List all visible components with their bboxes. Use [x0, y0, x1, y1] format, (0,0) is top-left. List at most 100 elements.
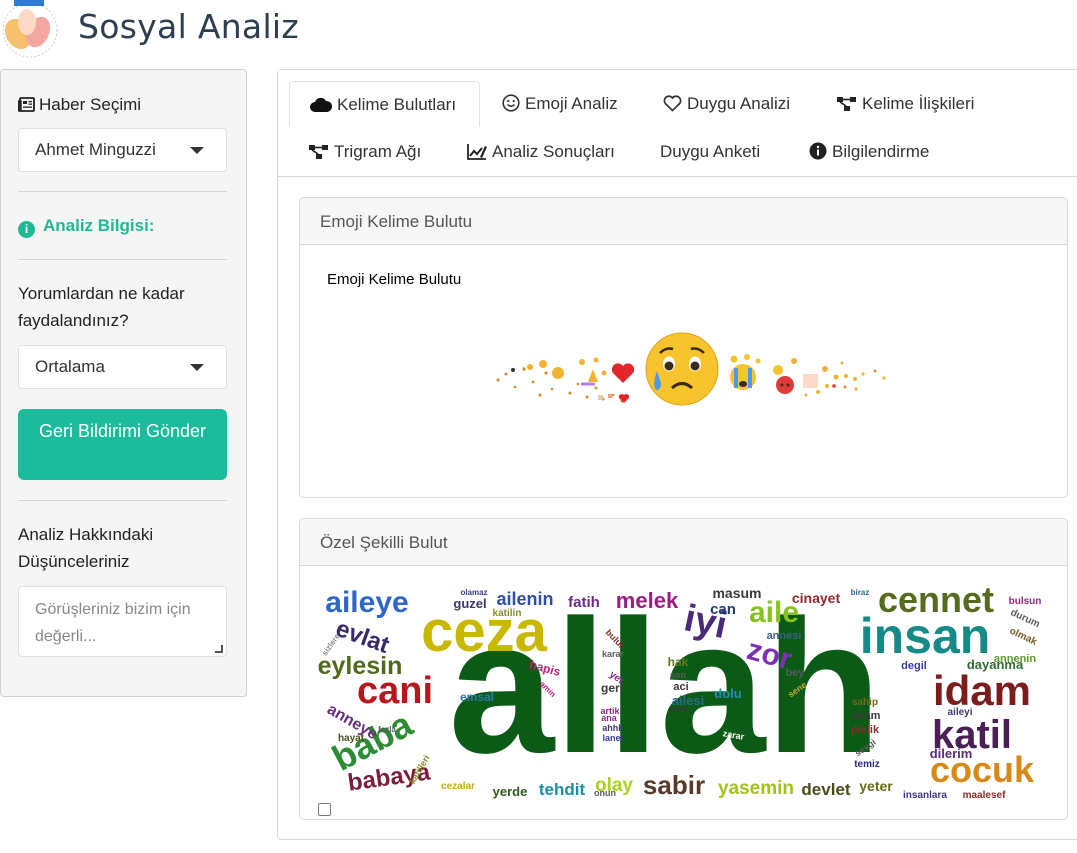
smile-icon	[502, 94, 520, 112]
word-cloud-word: bey	[786, 667, 806, 679]
news-select-value: Ahmet Minguzzi	[35, 140, 156, 159]
analysis-info-heading: i Analiz Bilgisi:	[18, 214, 154, 238]
word-cloud-word: pislik	[851, 724, 880, 736]
pray-emoji	[581, 369, 598, 386]
word-cloud-word: hayat	[338, 733, 365, 744]
tab-analysis-results[interactable]: Analiz Sonuçları	[467, 129, 615, 175]
word-cloud-word: melek	[616, 588, 679, 613]
network-icon	[837, 97, 856, 111]
news-select-label: Haber Seçimi	[18, 91, 141, 118]
emoji-cloud-card: Emoji Kelime Bulutu Emoji Kelime Bulutu	[299, 197, 1068, 498]
word-cloud-word: cennet	[878, 579, 994, 620]
tab-label: Trigram Ağı	[334, 142, 422, 161]
word-cloud-word: ailenin	[496, 589, 553, 609]
tab-word-clouds[interactable]: Kelime Bulutları	[289, 81, 480, 127]
word-cloud-word: aileyi	[947, 707, 972, 718]
tab-label: Kelime İlişkileri	[862, 94, 975, 113]
toggle-checkbox[interactable]	[318, 803, 331, 816]
word-cloud-word: cezalar	[441, 781, 475, 792]
word-cloud-word: fatih	[568, 594, 600, 611]
cloud-icon	[310, 97, 332, 112]
word-cloud-word: masum	[712, 585, 761, 601]
tab-sentiment-analysis[interactable]: Duygu Analizi	[663, 81, 790, 127]
word-cloud-word: annesi	[767, 630, 802, 642]
news-select-label-text: Haber Seçimi	[39, 95, 142, 114]
usefulness-question: Yorumlardan ne kadar faydalandınız?	[18, 284, 185, 330]
word-cloud-word: annenin	[994, 653, 1036, 665]
shaped-cloud-card: Özel Şekilli Bulut allah ceza insan cennet i…	[299, 518, 1068, 820]
sidebar-panel: Haber Seçimi Ahmet Minguzzi i Analiz Bilg…	[0, 69, 247, 697]
word-cloud-word: hak	[668, 655, 689, 669]
chevron-down-icon	[190, 147, 204, 154]
info-icon: i	[18, 221, 35, 238]
tab-trigram-network[interactable]: Trigram Ağı	[309, 129, 421, 175]
word-cloud-word: ahhh	[602, 723, 624, 733]
app-header: Sosyal Analiz	[0, 0, 1077, 60]
word-cloud-word: fazla	[378, 725, 396, 734]
tab-label: Kelime Bulutları	[337, 95, 457, 114]
word-cloud-word: aci	[673, 681, 688, 693]
usefulness-select[interactable]: Ortalama	[18, 345, 227, 389]
tab-label: Emoji Analiz	[525, 94, 618, 113]
app-title: Sosyal Analiz	[78, 7, 300, 46]
submit-feedback-button[interactable]: Geri Bildirimi Gönder	[18, 409, 227, 480]
word-cloud-word: eylesin	[318, 652, 403, 680]
word-cloud-word: dilerim	[930, 746, 973, 761]
word-cloud-word: sahip	[852, 697, 878, 708]
word-cloud-word: cinayet	[792, 590, 841, 606]
word-cloud-word: karar	[602, 649, 625, 659]
word-cloud: allahceza insancennetidamkatilcocukcaniba…	[318, 579, 1042, 801]
word-cloud-word: yeter	[859, 778, 893, 794]
word-cloud-word: yerde	[493, 784, 528, 799]
chart-edit-icon	[467, 144, 487, 160]
tab-sentiment-survey[interactable]: Duygu Anketi	[660, 129, 760, 175]
tab-label: Analiz Sonuçları	[492, 142, 615, 161]
word-cloud-word: onun	[594, 788, 616, 798]
word-cloud-word: yere	[669, 704, 688, 714]
word-cloud-word: aileye	[325, 586, 408, 619]
word-cloud-word: biraz	[851, 588, 870, 597]
word-cloud-word: yasemin	[718, 778, 794, 799]
tab-label: Duygu Analizi	[687, 94, 791, 113]
word-cloud-word: sabir	[643, 770, 705, 800]
word-cloud-word: son	[670, 670, 686, 680]
word-cloud-word: insanlara	[903, 790, 947, 801]
divider	[18, 259, 227, 260]
word-cloud-word: guzel	[453, 596, 486, 611]
word-cloud-word: devlet	[801, 780, 850, 799]
angry-face-emoji	[776, 376, 794, 394]
tab-label: Bilgilendirme	[832, 142, 930, 161]
tab-bar: Kelime Bulutları Emoji Analiz Duygu Anal…	[278, 70, 1077, 177]
divider	[18, 500, 227, 501]
tab-word-relations[interactable]: Kelime İlişkileri	[837, 81, 974, 127]
crying-face-emoji	[730, 364, 756, 390]
emoji-cloud-image	[496, 332, 886, 406]
word-cloud-word: tehdit	[539, 780, 586, 799]
word-cloud-word: lanet	[602, 733, 623, 743]
word-cloud-word: katilin	[493, 608, 522, 619]
word-cloud-word: agir	[670, 759, 687, 769]
news-select[interactable]: Ahmet Minguzzi	[18, 128, 227, 172]
thoughts-placeholder: Görüşleriniz bizim için değerli...	[35, 601, 191, 645]
word-cloud-word: can	[710, 601, 736, 618]
main-panel: Kelime Bulutları Emoji Analiz Duygu Anal…	[277, 69, 1077, 840]
resize-grip-icon[interactable]	[215, 645, 223, 653]
word-cloud-word: degil	[901, 660, 927, 672]
word-cloud-word: temiz	[854, 759, 880, 770]
info-icon	[809, 142, 827, 160]
network-icon	[309, 145, 328, 159]
word-cloud-word: maalesef	[963, 790, 1006, 801]
thoughts-textarea[interactable]: Görüşleriniz bizim için değerli...	[18, 586, 227, 657]
word-cloud-word: ana	[601, 713, 618, 723]
word-cloud-word: bulsun	[1009, 596, 1042, 607]
newspaper-icon	[18, 97, 35, 112]
tab-label: Duygu Anketi	[660, 142, 761, 161]
card-header: Emoji Kelime Bulutu	[300, 198, 1067, 245]
word-cloud-word: dolu	[714, 686, 741, 701]
word-cloud-word: adam	[852, 710, 881, 722]
tab-emoji-analysis[interactable]: Emoji Analiz	[502, 81, 618, 127]
card-header: Özel Şekilli Bulut	[300, 519, 1067, 566]
chevron-down-icon	[190, 364, 204, 371]
analysis-info-text: Analiz Bilgisi:	[43, 216, 155, 235]
tab-information[interactable]: Bilgilendirme	[809, 129, 929, 175]
